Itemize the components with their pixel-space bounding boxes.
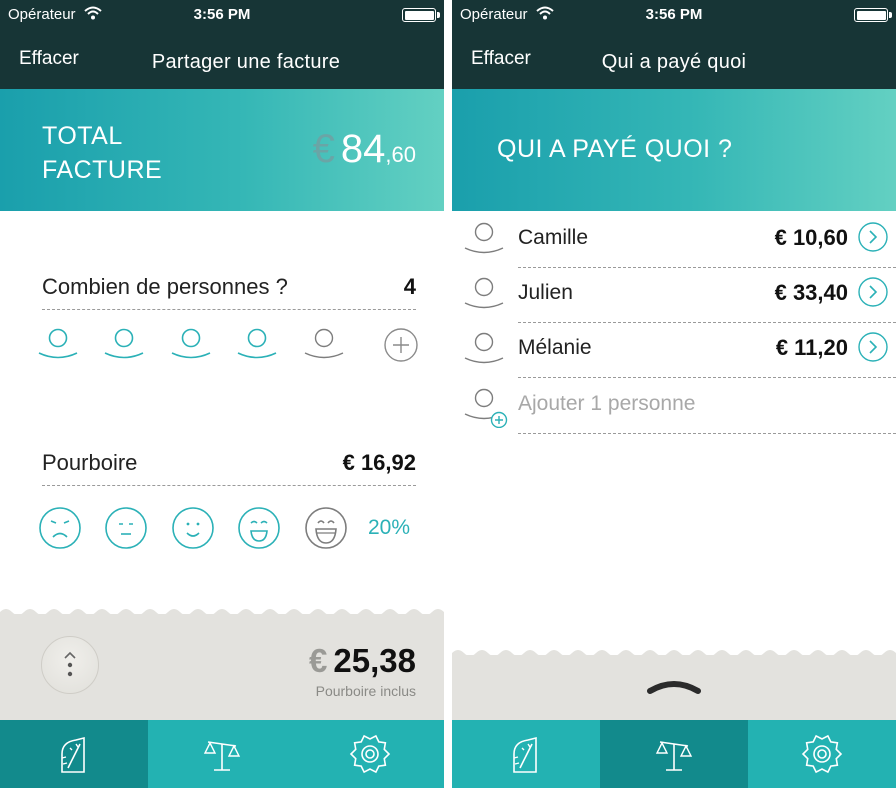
tip-amount: € 16,92: [342, 450, 416, 475]
gear-icon: [801, 734, 843, 774]
payer-name: Julien: [518, 281, 573, 304]
add-person-placeholder: Ajouter 1 personne: [518, 392, 696, 415]
neutral-face-icon[interactable]: [104, 506, 148, 550]
screen-gap: [444, 0, 452, 788]
add-person-icon: [464, 388, 508, 428]
total-banner[interactable]: TOTAL FACTURE €84,60: [0, 89, 444, 211]
add-person-row[interactable]: Ajouter 1 personne: [452, 378, 896, 434]
tab-settings[interactable]: [748, 720, 896, 788]
list-item[interactable]: Mélanie € 11,20: [452, 322, 896, 378]
payer-name: Mélanie: [518, 336, 592, 359]
chevron-right-icon[interactable]: [858, 332, 888, 362]
person-icon[interactable]: [171, 326, 211, 360]
people-count-value: 4: [403, 274, 416, 299]
tip-row: Pourboire € 16,92: [42, 444, 416, 486]
people-count-label: Combien de personnes ?: [42, 274, 288, 299]
total-label: TOTAL FACTURE: [42, 122, 163, 184]
person-icon[interactable]: [104, 326, 144, 360]
tab-bar: [0, 720, 444, 788]
chevron-up-icon[interactable]: [644, 677, 704, 697]
list-item[interactable]: Julien € 33,40: [452, 267, 896, 323]
chevron-right-icon[interactable]: [858, 277, 888, 307]
total-amount[interactable]: €84,60: [313, 127, 416, 172]
more-vertical-icon: [63, 651, 76, 676]
wave-divider: [0, 609, 444, 618]
status-time: 3:56 PM: [645, 6, 703, 23]
person-icon: [464, 277, 504, 309]
list-item[interactable]: Camille € 10,60: [452, 212, 896, 268]
battery-icon: [402, 8, 440, 22]
collapse-panel[interactable]: [452, 655, 896, 720]
who-paid-screen: Opérateur 3:56 PM Effacer Qui a payé quo…: [452, 0, 896, 788]
smile-face-icon[interactable]: [171, 506, 215, 550]
person-icon: [464, 222, 504, 254]
page-title: Qui a payé quoi: [601, 51, 747, 73]
per-person-amount: €25,38: [309, 642, 416, 679]
total-amount-int: 84: [340, 127, 386, 171]
people-selector: [38, 326, 428, 366]
status-bar: Opérateur 3:56 PM: [0, 0, 444, 28]
tip-included-note: Pourboire inclus: [315, 683, 416, 699]
tab-settings[interactable]: [296, 720, 444, 788]
tab-balance[interactable]: [600, 720, 748, 788]
who-paid-banner: QUI A PAYÉ QUOI ?: [452, 89, 896, 211]
tab-calculator[interactable]: [0, 720, 148, 788]
tab-bar: [452, 720, 896, 788]
tip-label: Pourboire: [42, 450, 138, 475]
top-bar: Opérateur 3:56 PM Effacer Partager une f…: [0, 0, 444, 89]
person-icon[interactable]: [237, 326, 277, 360]
wave-divider: [452, 650, 896, 659]
scale-icon: [655, 741, 693, 771]
person-icon[interactable]: [38, 326, 78, 360]
scale-icon: [203, 741, 241, 771]
battery-icon: [854, 8, 892, 22]
person-icon-inactive[interactable]: [304, 326, 344, 360]
tip-selector: 20%: [38, 506, 428, 556]
page-title: Partager une facture: [151, 51, 341, 73]
laugh-face-icon[interactable]: [304, 506, 348, 550]
payer-name: Camille: [518, 226, 589, 249]
person-icon: [464, 332, 504, 364]
status-bar: Opérateur 3:56 PM: [452, 0, 896, 28]
add-person-icon[interactable]: [383, 327, 419, 363]
calculator-icon: [513, 736, 537, 773]
who-paid-title: QUI A PAYÉ QUOI ?: [497, 135, 733, 163]
payer-amount: € 11,20: [775, 335, 848, 360]
grin-face-icon[interactable]: [237, 506, 281, 550]
sad-face-icon[interactable]: [38, 506, 82, 550]
status-time: 3:56 PM: [193, 6, 251, 23]
split-bill-screen: Opérateur 3:56 PM Effacer Partager une f…: [0, 0, 444, 788]
total-amount-dec: ,60: [385, 142, 416, 167]
top-bar: Opérateur 3:56 PM Effacer Qui a payé quo…: [452, 0, 896, 89]
chevron-right-icon[interactable]: [858, 222, 888, 252]
people-count-row: Combien de personnes ? 4: [42, 268, 416, 310]
payer-amount: € 10,60: [774, 225, 848, 250]
tab-balance[interactable]: [148, 720, 296, 788]
calculator-icon: [61, 736, 85, 773]
gear-icon: [349, 734, 391, 774]
tab-calculator[interactable]: [452, 720, 600, 788]
currency-symbol: €: [312, 127, 335, 171]
more-options-button[interactable]: [41, 636, 99, 694]
payer-amount: € 33,40: [774, 280, 848, 305]
tip-percent: 20%: [368, 516, 411, 539]
